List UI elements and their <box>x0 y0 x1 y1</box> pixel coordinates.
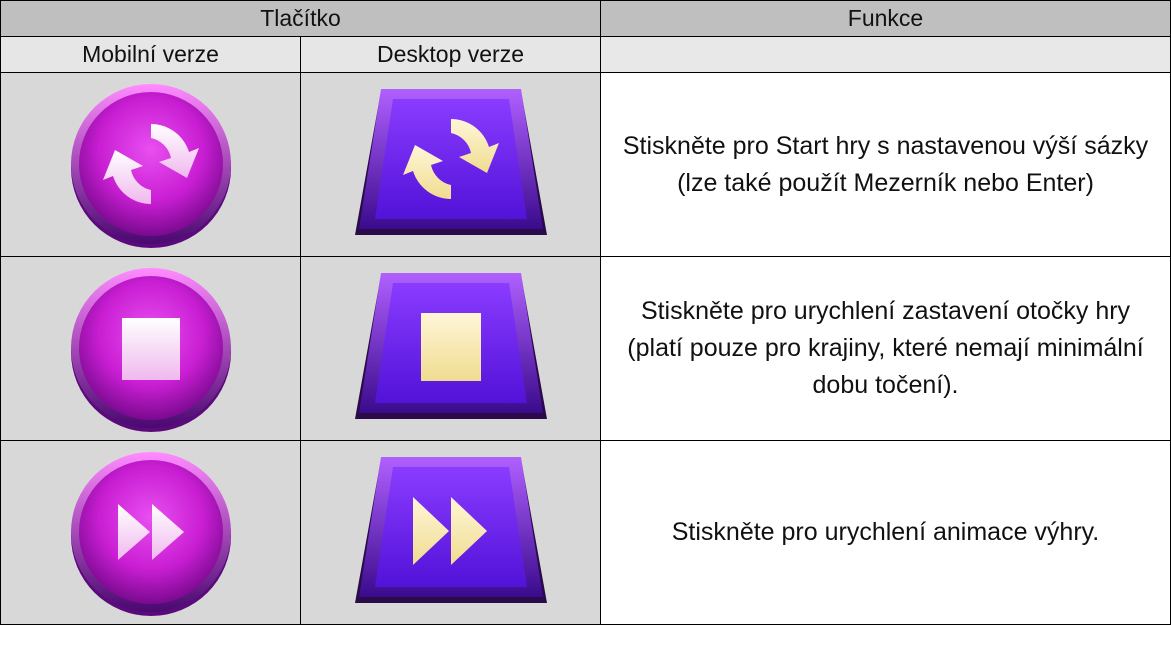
header-desktop: Desktop verze <box>300 36 601 73</box>
function-description: Stiskněte pro urychlení animace výhry. <box>600 440 1171 625</box>
desktop-button-cell <box>300 72 601 257</box>
header-function: Funkce <box>600 0 1171 37</box>
desktop-button-cell <box>300 440 601 625</box>
table-row: Stiskněte pro Start hry s nastavenou výš… <box>0 72 1171 257</box>
mobile-button-cell <box>0 72 301 257</box>
desktop-refresh-button <box>354 88 547 235</box>
header-empty <box>600 36 1171 73</box>
stop-icon <box>121 317 180 380</box>
mobile-button-cell <box>0 256 301 441</box>
table-row: Stiskněte pro urychlení zastavení otočky… <box>0 256 1171 441</box>
mobile-fast-forward-button <box>70 451 231 616</box>
mobile-stop-button <box>70 267 231 432</box>
table-row: Stiskněte pro urychlení animace výhry. <box>0 440 1171 625</box>
header-row-2: Mobilní verze Desktop verze <box>0 36 1171 73</box>
desktop-stop-button <box>354 272 547 419</box>
header-row-1: Tlačítko Funkce <box>0 0 1171 37</box>
function-description: Stiskněte pro urychlení zastavení otočky… <box>600 256 1171 441</box>
stop-icon <box>420 312 481 381</box>
button-function-table: Tlačítko Funkce Mobilní verze Desktop ve… <box>0 0 1171 625</box>
mobile-refresh-button <box>70 83 231 248</box>
desktop-fast-forward-button <box>354 456 547 603</box>
mobile-button-cell <box>0 440 301 625</box>
header-button: Tlačítko <box>0 0 601 37</box>
header-mobile: Mobilní verze <box>0 36 301 73</box>
function-description: Stiskněte pro Start hry s nastavenou výš… <box>600 72 1171 257</box>
desktop-button-cell <box>300 256 601 441</box>
